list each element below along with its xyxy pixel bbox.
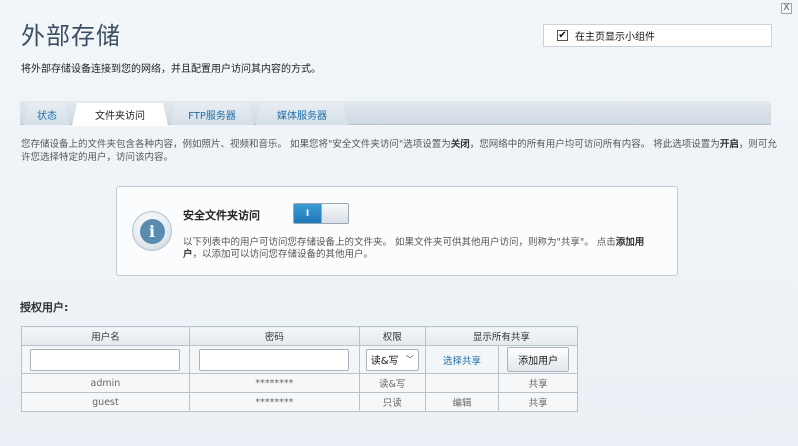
secure-folder-access-toggle[interactable]: I <box>293 203 349 224</box>
edit-user-link <box>424 373 500 393</box>
page-subtitle: 将外部存储设备连接到您的网络，并且配置用户访问其内容的方式。 <box>21 64 321 75</box>
authorized-users-title: 授权用户: <box>20 301 69 314</box>
column-header-username: 用户名 <box>21 326 190 346</box>
page-title: 外部存储 <box>21 22 121 50</box>
tab-bar: 状态 文件夹访问 FTP服务器 媒体服务器 <box>20 101 771 125</box>
secure-access-help-text: 以下列表中的用户可访问您存储设备上的文件夹。 如果文件夹可供其他用户访问，则称为… <box>183 237 645 260</box>
user-password-cell: ******** <box>188 373 360 393</box>
share-link[interactable]: 共享 <box>498 392 578 412</box>
show-all-shares-link[interactable]: 显示所有共享 <box>424 326 579 346</box>
toggle-on-indicator: I <box>294 204 321 223</box>
chevron-down-icon: ﹀ <box>405 355 414 364</box>
table-row: admin ******** 读&写 共享 <box>21 373 578 393</box>
tab-media-server[interactable]: 媒体服务器 <box>256 103 348 125</box>
user-permission-cell: 读&写 <box>358 373 426 393</box>
show-widget-option[interactable]: ✔ 在主页显示小组件 <box>543 24 772 47</box>
username-input[interactable] <box>30 348 181 371</box>
table-row: guest ******** 只读 编辑 共享 <box>21 392 578 412</box>
secure-folder-access-label: 安全文件夹访问 <box>183 209 260 222</box>
show-widget-checkbox[interactable]: ✔ <box>557 30 568 41</box>
column-header-password: 密码 <box>188 326 360 346</box>
table-header-row: 用户名 密码 权限 显示所有共享 <box>21 326 579 346</box>
share-link[interactable]: 共享 <box>498 373 578 393</box>
user-name-cell: guest <box>21 392 190 412</box>
new-user-row: 读&写 ﹀ 选择共享 添加用户 <box>21 345 578 374</box>
show-widget-label: 在主页显示小组件 <box>575 32 655 43</box>
add-user-button[interactable]: 添加用户 <box>507 347 570 372</box>
tab-folder-access[interactable]: 文件夹访问 <box>72 103 168 126</box>
permission-selected-value: 读&写 <box>370 356 399 367</box>
toggle-knob[interactable] <box>320 204 348 223</box>
user-password-cell: ******** <box>188 392 360 412</box>
tab-status[interactable]: 状态 <box>24 103 70 125</box>
folder-access-description: 您存储设备上的文件夹包含各种内容，例如照片、视频和音乐。 如果您将"安全文件夹访… <box>21 139 777 163</box>
user-permission-cell: 只读 <box>358 392 426 412</box>
tab-ftp-server[interactable]: FTP服务器 <box>170 103 254 125</box>
permission-select[interactable]: 读&写 ﹀ <box>365 348 419 371</box>
edit-user-link[interactable]: 编辑 <box>424 392 500 412</box>
select-share-link[interactable]: 选择共享 <box>424 345 500 374</box>
close-icon[interactable]: X <box>781 3 792 14</box>
column-header-permission: 权限 <box>358 326 426 346</box>
authorized-users-table: 用户名 密码 权限 显示所有共享 读&写 ﹀ 选择共享 添加用户 admin *… <box>21 326 579 412</box>
user-name-cell: admin <box>21 373 190 393</box>
secure-access-panel: i 安全文件夹访问 I 以下列表中的用户可访问您存储设备上的文件夹。 如果文件夹… <box>116 186 678 276</box>
password-input[interactable] <box>199 348 350 371</box>
info-icon: i <box>132 211 172 251</box>
